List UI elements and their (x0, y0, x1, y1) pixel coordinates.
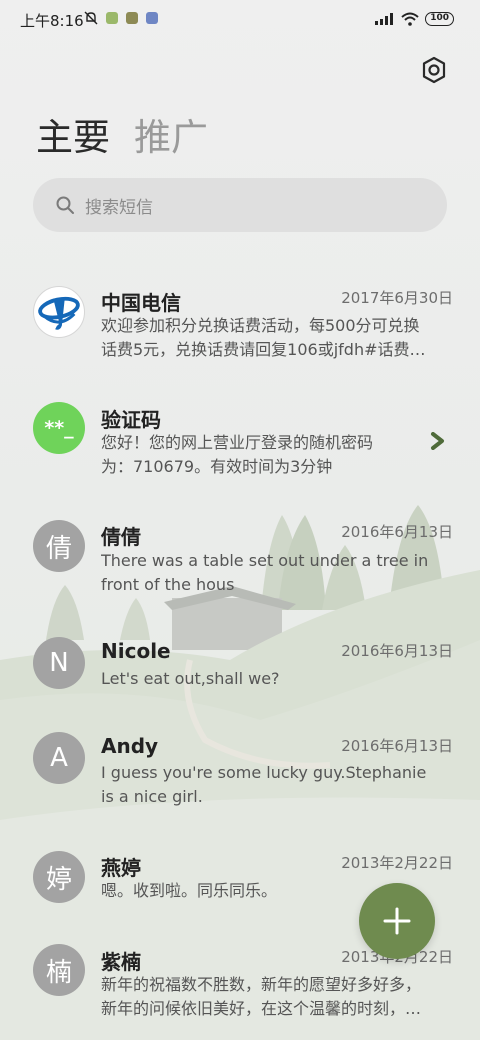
avatar-initial: **_ (44, 417, 74, 439)
contact-avatar: A (33, 732, 85, 784)
avatar-initial: A (50, 743, 68, 773)
new-message-button[interactable] (359, 883, 435, 959)
preview-line: Let's eat out,shall we? (101, 669, 280, 688)
avatar-initial: N (49, 648, 69, 678)
search-bar[interactable]: 搜索短信 (33, 178, 447, 232)
preview-line: I guess you're some lucky guy.Stephanie (101, 763, 427, 782)
message-date: 2017年6月30日 (341, 289, 453, 307)
search-input[interactable]: 搜索短信 (85, 193, 153, 218)
message-preview: 新年的祝福数不胜数，新年的愿望好多好多， 新年的问候依旧美好，在这个温馨的时刻，… (101, 973, 453, 1021)
chevron-right-icon[interactable] (430, 432, 446, 450)
conversation-item[interactable]: **_ 验证码 您好！您的网上营业厅登录的随机密码 为：710679。有效时间为… (0, 402, 480, 482)
status-notification-icons (84, 11, 158, 25)
sender-name: 倩倩 (101, 525, 141, 549)
sender-name: 燕婷 (101, 856, 141, 880)
wifi-icon (401, 12, 419, 26)
signal-icon (375, 13, 394, 25)
app-notification-icon (146, 12, 158, 24)
message-date: 2016年6月13日 (341, 523, 453, 541)
status-bar: 上午8:16 100 (0, 0, 480, 40)
preview-line: is a nice girl. (101, 787, 203, 806)
preview-line: 新年的问候依旧美好，在这个温馨的时刻，… (101, 999, 422, 1018)
status-time: 上午8:16 (20, 12, 84, 30)
message-preview: I guess you're some lucky guy.Stephanie … (101, 761, 453, 809)
conversation-item[interactable]: 中国电信 2017年6月30日 欢迎参加积分兑换话费活动，每500分可兑换 话费… (0, 284, 480, 364)
status-system-icons: 100 (375, 12, 454, 26)
message-date: 2016年6月13日 (341, 737, 453, 755)
battery-indicator: 100 (425, 12, 454, 26)
message-date: 2016年6月13日 (341, 642, 453, 660)
message-date: 2013年2月22日 (341, 854, 453, 872)
preview-line: There was a table set out under a tree i… (101, 551, 429, 570)
verification-code-avatar: **_ (33, 402, 85, 454)
avatar-initial: 倩 (45, 533, 72, 564)
sender-name: Andy (101, 734, 159, 758)
sender-name: 紫楠 (101, 950, 141, 974)
preview-line: 欢迎参加积分兑换话费活动，每500分可兑换 (101, 316, 420, 335)
china-telecom-logo-avatar (33, 286, 85, 338)
avatar-initial: 楠 (45, 957, 72, 988)
conversation-item[interactable]: A Andy 2016年6月13日 I guess you're some lu… (0, 732, 480, 812)
contact-avatar: N (33, 637, 85, 689)
category-tabs: 主要 推广 (36, 114, 208, 162)
preview-line: 您好！您的网上营业厅登录的随机密码 (101, 433, 374, 452)
contact-avatar: 婷 (33, 851, 85, 903)
search-icon (56, 196, 74, 214)
tab-promotions[interactable]: 推广 (134, 114, 208, 162)
app-notification-icon (126, 12, 138, 24)
settings-gear-icon[interactable] (418, 54, 450, 86)
tab-primary[interactable]: 主要 (36, 114, 110, 162)
conversation-item[interactable]: 倩 倩倩 2016年6月13日 There was a table set ou… (0, 518, 480, 598)
message-preview: There was a table set out under a tree i… (101, 549, 453, 597)
preview-line: 话费5元，兑换话费请回复106或jfdh#话费… (101, 340, 426, 359)
plus-icon (383, 907, 411, 935)
china-telecom-logo-icon (34, 287, 84, 337)
sender-name: Nicole (101, 639, 171, 663)
avatar-initial: 婷 (45, 864, 72, 895)
sender-name: 验证码 (101, 408, 161, 432)
message-preview: 您好！您的网上营业厅登录的随机密码 为：710679。有效时间为3分钟 (101, 431, 411, 479)
do-not-disturb-icon (84, 11, 98, 25)
message-preview: Let's eat out,shall we? (101, 667, 453, 691)
contact-avatar: 楠 (33, 944, 85, 996)
app-notification-icon (106, 12, 118, 24)
sender-name: 中国电信 (101, 291, 181, 315)
contact-avatar: 倩 (33, 520, 85, 572)
preview-line: 为：710679。有效时间为3分钟 (101, 457, 333, 476)
preview-line: front of the hous (101, 575, 235, 594)
message-preview: 欢迎参加积分兑换话费活动，每500分可兑换 话费5元，兑换话费请回复106或jf… (101, 314, 453, 362)
preview-line: 新年的祝福数不胜数，新年的愿望好多好多， (101, 975, 422, 994)
conversation-item[interactable]: N Nicole 2016年6月13日 Let's eat out,shall … (0, 637, 480, 693)
